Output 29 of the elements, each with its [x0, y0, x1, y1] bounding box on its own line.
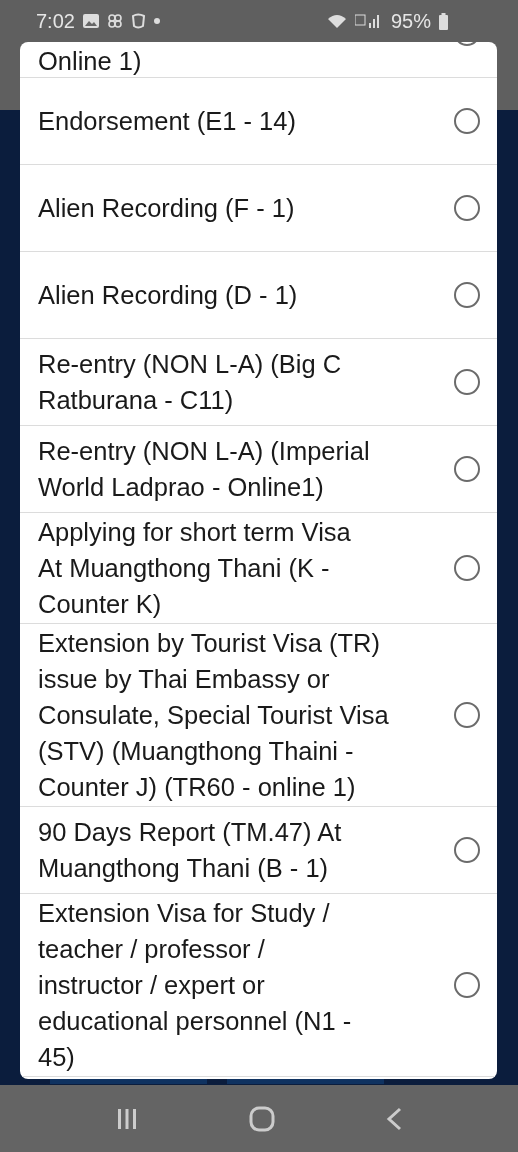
option-label: Extension by Tourist Visa (TR) issue by Thai Embassy or Consulate, Special Tourist Visa (STV) (Muangthong Thaini - Counter J) (TR60 - online 1): [37, 628, 390, 803]
battery-level: 95%: [390, 9, 431, 33]
radio-button[interactable]: [454, 282, 480, 308]
home-icon[interactable]: [249, 1105, 275, 1132]
option-label: Extension Visa for Study / teacher / professor / instructor / expert or educational personnel (N1 - 45): [37, 898, 353, 1073]
radio-button[interactable]: [454, 369, 480, 395]
battery-icon: [439, 12, 448, 30]
option-label: Alien Recording (F - 1): [37, 193, 296, 224]
radio-button[interactable]: [454, 555, 480, 581]
radio-button[interactable]: [454, 702, 480, 728]
clock: 7:02: [36, 9, 75, 33]
option-label: 90 Days Report (TM.47) At Muangthong Thani (B - 1): [37, 817, 343, 884]
option-label: Endorsement (E1 - 14): [37, 106, 297, 137]
back-icon[interactable]: [386, 1106, 403, 1131]
option-label: Online 1): [37, 46, 143, 77]
radio-button[interactable]: [454, 456, 480, 482]
radio-button[interactable]: [454, 108, 480, 134]
radio-button[interactable]: [454, 837, 480, 863]
option-label: Re-entry (NON L-A) (Imperial World Ladprao - Online1): [37, 436, 371, 503]
option-label: Applying for short term Visa At Muangthong Thani (K - Counter K): [37, 517, 352, 620]
signal-icon: [354, 13, 381, 29]
radio-button[interactable]: [454, 195, 480, 221]
radio-button[interactable]: [454, 972, 480, 998]
option-label: Alien Recording (D - 1): [37, 280, 299, 311]
gallery-icon: [82, 14, 99, 28]
recent-apps-icon[interactable]: [115, 1107, 138, 1130]
wifi-icon: [326, 13, 347, 29]
dot-icon: [153, 18, 160, 24]
option-label: Re-entry (NON L-A) (Big C Ratburana - C11): [37, 349, 343, 416]
